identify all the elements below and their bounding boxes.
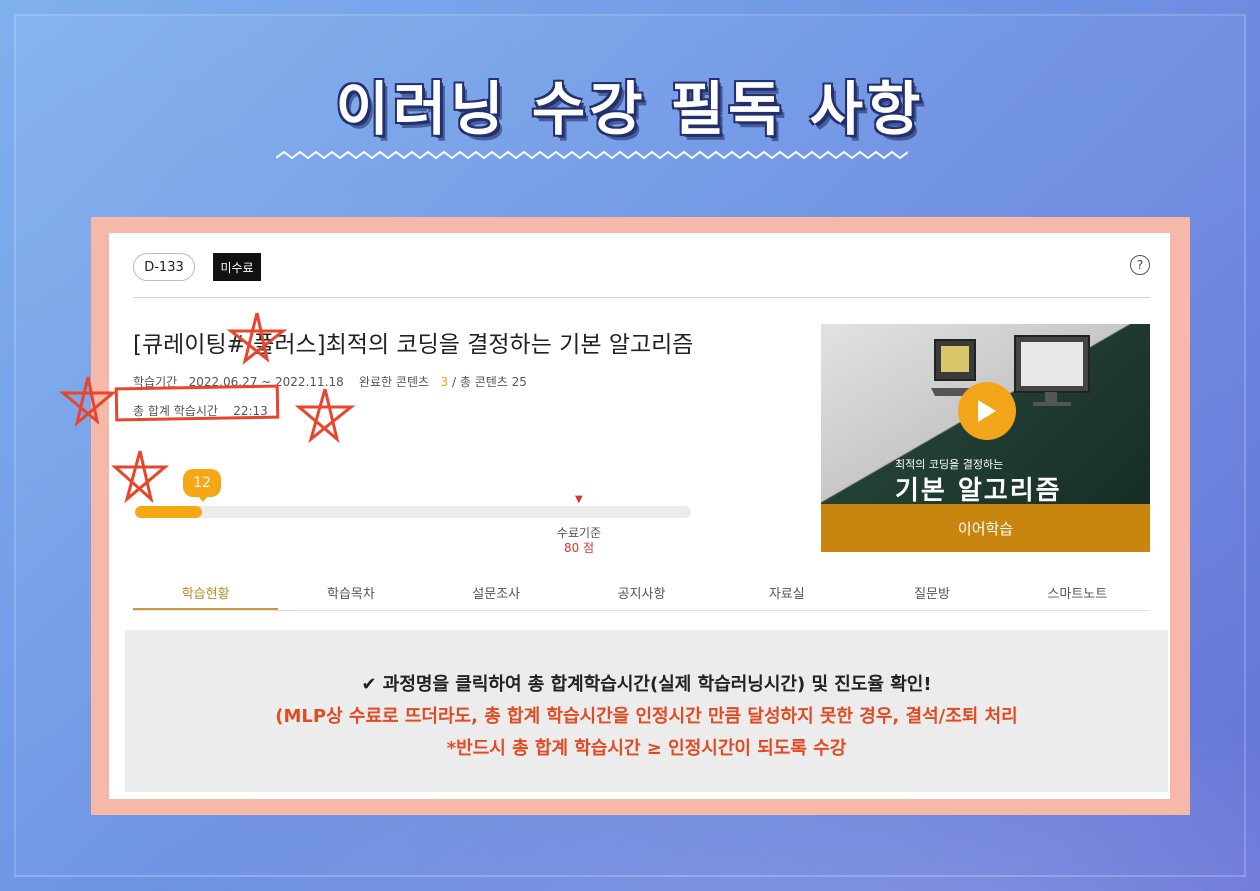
tab-survey[interactable]: 설문조사 [424, 571, 569, 610]
completed-value: 3 [440, 375, 449, 389]
tab-smartnote[interactable]: 스마트노트 [1005, 571, 1150, 610]
page-headline: 이러닝 수강 필독 사항 [335, 75, 925, 143]
progress-bar [135, 506, 691, 518]
progress-bar-fill [135, 506, 202, 518]
question-circle-icon[interactable]: ? [1130, 255, 1150, 275]
d-day-badge: D-133 [133, 253, 195, 281]
star-annotation-icon [227, 312, 287, 365]
completed-label: 완료한 콘텐츠 [359, 375, 430, 389]
course-title-link[interactable]: [큐레이팅# 플러스]최적의 코딩을 결정하는 기본 알고리즘 [133, 325, 693, 359]
total-label: / 총 콘텐츠 25 [451, 375, 527, 389]
divider [133, 297, 1150, 298]
play-button[interactable] [958, 382, 1016, 440]
star-annotation-icon [59, 376, 117, 428]
play-icon [978, 400, 996, 422]
notice-line-1: ✔ 과정명을 클릭하여 총 합계학습시간(실제 학습러닝시간) 및 진도율 확인… [361, 674, 932, 695]
tab-qna[interactable]: 질문방 [859, 571, 1004, 610]
tab-status[interactable]: 학습현황 [133, 571, 279, 610]
tab-notice[interactable]: 공지사항 [569, 571, 714, 610]
star-annotation-icon [295, 388, 355, 444]
notice-box: ✔ 과정명을 클릭하여 총 합계학습시간(실제 학습러닝시간) 및 진도율 확인… [125, 630, 1168, 792]
thumbnail-title: 기본 알고리즘 [895, 476, 1062, 506]
completion-value: 80 점 [563, 541, 595, 555]
completion-marker-icon: ▼ [575, 494, 583, 505]
progress-bubble: 12 [183, 469, 221, 497]
star-annotation-icon [111, 450, 169, 504]
bubble-tail [197, 495, 209, 502]
monitor-icon [1014, 335, 1090, 406]
content-progress: 완료한 콘텐츠 3 / 총 콘텐츠 25 [359, 373, 527, 390]
zigzag-divider [276, 150, 908, 160]
tab-bar: 학습현황 학습목차 설문조사 공지사항 자료실 질문방 스마트노트 [133, 571, 1150, 611]
highlight-box [114, 384, 280, 422]
notice-line-2: (MLP상 수료로 뜨더라도, 총 합계 학습시간을 인정시간 만큼 달성하지 … [275, 706, 1018, 727]
course-thumbnail[interactable]: 최적의 코딩을 결정하는 기본 알고리즘 이어학습 [821, 324, 1150, 552]
resume-button[interactable]: 이어학습 [821, 504, 1150, 552]
tab-resources[interactable]: 자료실 [714, 571, 859, 610]
tab-contents[interactable]: 학습목차 [278, 571, 423, 610]
status-badge: 미수료 [213, 253, 261, 281]
notice-line-3: *반드시 총 합계 학습시간 ≥ 인정시간이 되도록 수강 [446, 738, 847, 759]
